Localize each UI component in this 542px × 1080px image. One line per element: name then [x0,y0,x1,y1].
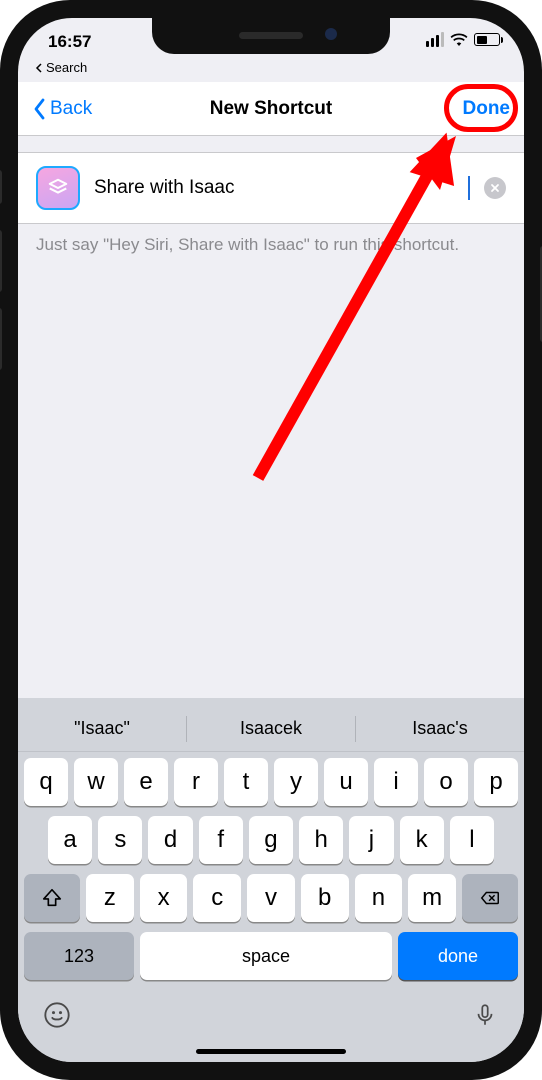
key-q[interactable]: q [24,758,68,806]
key-e[interactable]: e [124,758,168,806]
back-button[interactable]: Back [32,98,92,120]
home-indicator[interactable] [196,1049,346,1054]
key-h[interactable]: h [299,816,343,864]
key-g[interactable]: g [249,816,293,864]
key-v[interactable]: v [247,874,295,922]
key-n[interactable]: n [355,874,403,922]
battery-icon [474,33,500,46]
key-t[interactable]: t [224,758,268,806]
status-indicators [426,32,500,47]
space-key[interactable]: space [140,932,392,980]
key-y[interactable]: y [274,758,318,806]
clear-text-button[interactable] [484,177,506,199]
key-u[interactable]: u [324,758,368,806]
key-l[interactable]: l [450,816,494,864]
done-button[interactable]: Done [463,98,511,120]
keyboard-done-key[interactable]: done [398,932,518,980]
key-z[interactable]: z [86,874,134,922]
text-caret [468,176,470,200]
shortcut-icon[interactable] [36,166,80,210]
dictation-button[interactable] [470,1000,500,1030]
shortcut-name-input[interactable]: Share with Isaac [94,177,470,199]
prediction-3[interactable]: Isaac's [356,718,524,739]
prediction-1[interactable]: "Isaac" [18,718,186,739]
key-c[interactable]: c [193,874,241,922]
key-o[interactable]: o [424,758,468,806]
key-f[interactable]: f [199,816,243,864]
key-p[interactable]: p [474,758,518,806]
emoji-button[interactable] [42,1000,72,1030]
key-k[interactable]: k [400,816,444,864]
keyboard: "Isaac" Isaacek Isaac's q w e r t y u i … [18,698,524,1062]
cellular-icon [426,32,444,47]
wifi-icon [450,33,468,47]
status-time: 16:57 [48,32,91,52]
key-w[interactable]: w [74,758,118,806]
key-j[interactable]: j [349,816,393,864]
shift-key[interactable] [24,874,80,922]
key-d[interactable]: d [148,816,192,864]
key-r[interactable]: r [174,758,218,806]
key-b[interactable]: b [301,874,349,922]
delete-key[interactable] [462,874,518,922]
numbers-key[interactable]: 123 [24,932,134,980]
page-title: New Shortcut [18,98,524,120]
key-a[interactable]: a [48,816,92,864]
key-s[interactable]: s [98,816,142,864]
key-m[interactable]: m [408,874,456,922]
prediction-2[interactable]: Isaacek [187,718,355,739]
siri-hint-text: Just say "Hey Siri, Share with Isaac" to… [36,234,506,257]
key-x[interactable]: x [140,874,188,922]
key-i[interactable]: i [374,758,418,806]
